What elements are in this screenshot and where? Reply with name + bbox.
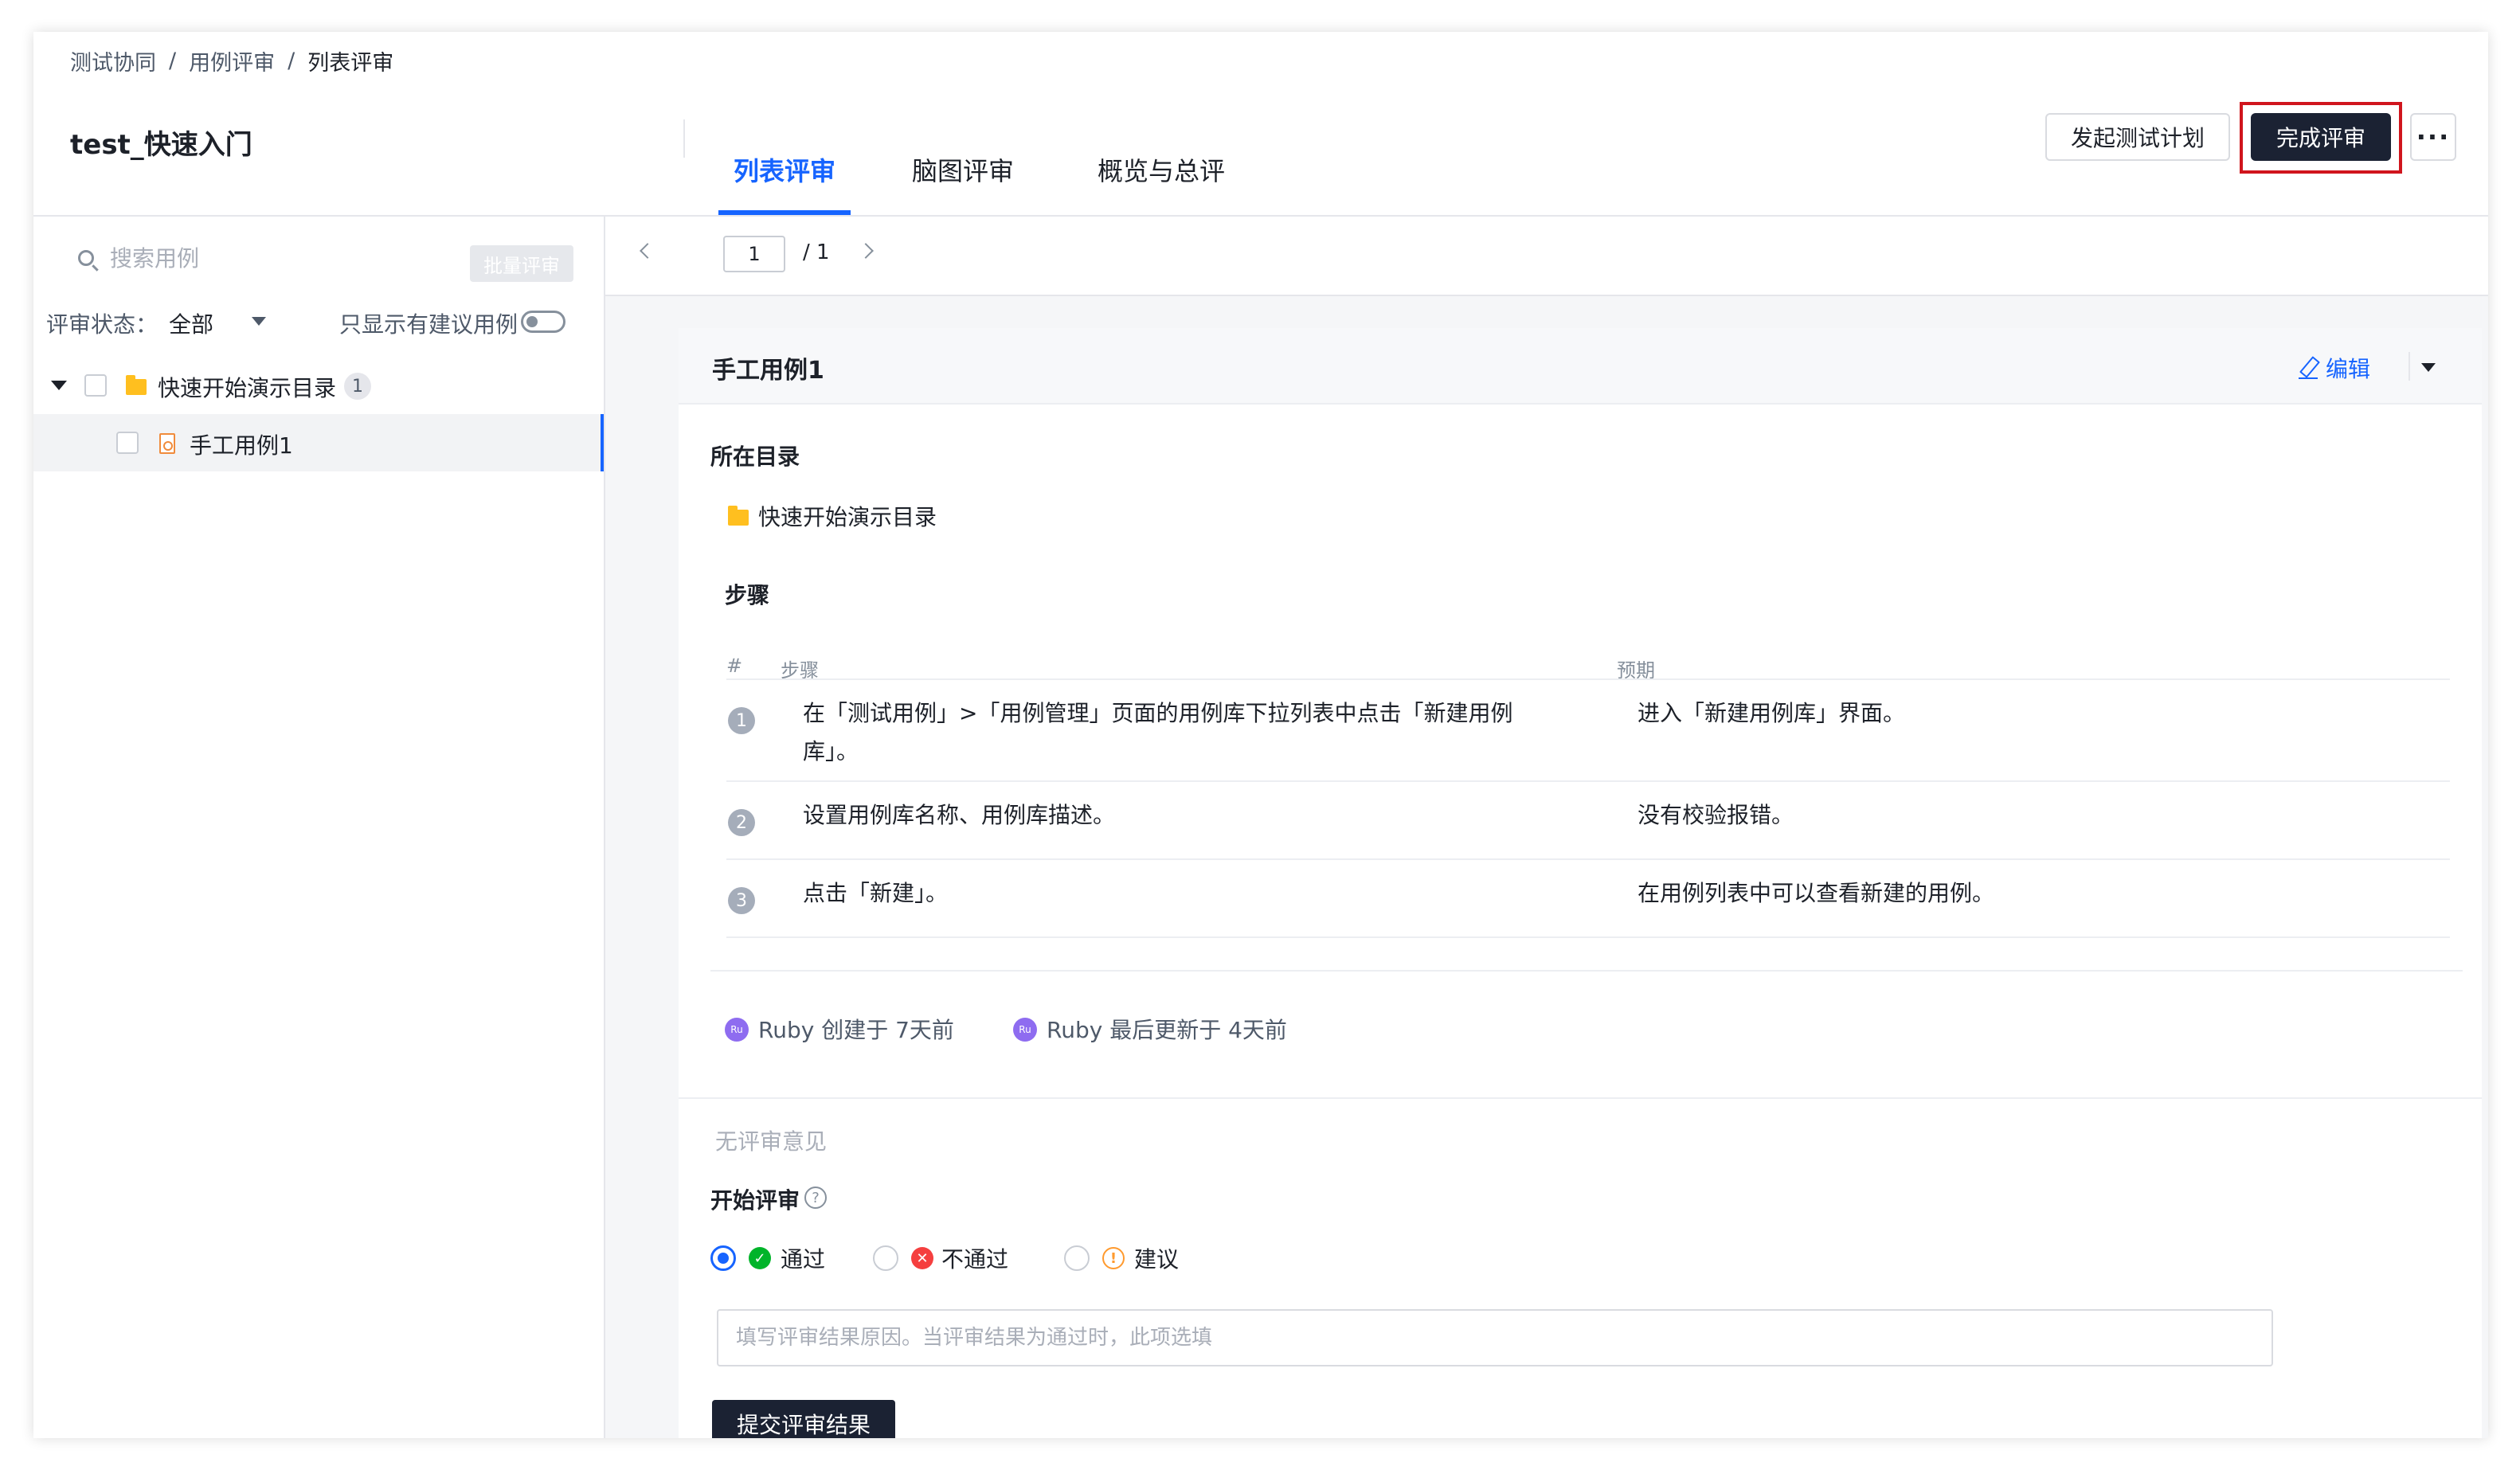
- table-row-divider: [726, 936, 2450, 938]
- case-review-card: 手工用例1 编辑 所在目录 快速开始演示目录 步骤 # 步骤 预期 1 在「测试…: [679, 328, 2482, 1438]
- start-review-label: 开始评审: [710, 1187, 800, 1214]
- radio-pass-label[interactable]: 通过: [781, 1242, 825, 1274]
- case-tree-panel: 批量评审 评审状态： 全部 只显示有建议用例 快速开始演示目录 1 手工用例1: [33, 217, 604, 1438]
- radio-suggest-label[interactable]: 建议: [1134, 1242, 1179, 1274]
- step-2-expected: 没有校验报错。: [1638, 802, 1794, 828]
- review-content-area: / 1 手工用例1 编辑 所在目录 快速开始演示目录 步骤 # 步骤 预期: [605, 217, 2488, 1438]
- radio-suggest[interactable]: [1064, 1245, 1090, 1271]
- search-icon: [78, 250, 94, 266]
- submit-review-button[interactable]: 提交评审结果: [712, 1400, 895, 1438]
- breadcrumb-separator: /: [169, 48, 177, 73]
- step-1-text-line1: 在「测试用例」>「用例管理」页面的用例库下拉列表中点击「新建用例: [803, 700, 1513, 726]
- search-box: 批量评审: [33, 226, 604, 287]
- suggest-only-toggle[interactable]: [521, 311, 565, 333]
- avatar: Ru: [725, 1018, 749, 1042]
- folder-icon: [126, 375, 147, 395]
- case-checkbox[interactable]: [116, 432, 139, 454]
- section-divider: [710, 970, 2463, 972]
- pager: / 1: [605, 217, 2488, 296]
- review-status-select[interactable]: 全部: [169, 307, 213, 339]
- breadcrumb: 测试协同 / 用例评审 / 列表评审: [70, 40, 393, 81]
- step-1-text-line2: 库」。: [803, 738, 859, 764]
- header-divider: [683, 119, 685, 158]
- column-header-num: #: [726, 655, 743, 677]
- toggle-knob: [526, 316, 538, 327]
- edit-button[interactable]: 编辑: [2299, 352, 2370, 384]
- table-row-divider: [726, 780, 2450, 782]
- batch-review-button[interactable]: 批量评审: [470, 245, 573, 282]
- created-meta: Ruby 创建于 7天前: [758, 1017, 954, 1043]
- suggest-only-label: 只显示有建议用例: [339, 311, 518, 338]
- radio-fail-label[interactable]: 不通过: [941, 1242, 1008, 1274]
- caret-down-icon[interactable]: [51, 381, 67, 390]
- breadcrumb-item-test-collab[interactable]: 测试协同: [70, 45, 156, 76]
- chevron-down-icon[interactable]: [252, 317, 266, 326]
- page-number-input[interactable]: [723, 236, 785, 272]
- breadcrumb-item-case-review[interactable]: 用例评审: [189, 45, 275, 76]
- review-section-divider: [679, 1097, 2482, 1099]
- exclamation-circle-icon: !: [1102, 1247, 1125, 1269]
- prev-page-icon[interactable]: [640, 243, 655, 259]
- avatar: Ru: [1013, 1018, 1037, 1042]
- start-test-plan-button[interactable]: 发起测试计划: [2045, 113, 2230, 161]
- directory-label: 所在目录: [710, 444, 800, 470]
- step-1-expected: 进入「新建用例库」界面。: [1638, 700, 1906, 726]
- pencil-icon: [2299, 357, 2318, 379]
- manual-case-icon: [159, 433, 175, 454]
- step-3-text: 点击「新建」。: [803, 880, 949, 906]
- step-number-badge: 3: [728, 887, 755, 914]
- case-card-header: 手工用例1 编辑: [679, 328, 2482, 405]
- case-title: 手工用例1: [712, 357, 824, 385]
- breadcrumb-separator: /: [288, 48, 295, 73]
- step-number-badge: 1: [728, 707, 755, 734]
- directory-name: 快速开始演示目录: [758, 504, 937, 530]
- case-label: 手工用例1: [190, 432, 293, 459]
- help-icon[interactable]: ?: [804, 1187, 827, 1209]
- folder-checkbox[interactable]: [84, 374, 107, 397]
- radio-fail[interactable]: [873, 1245, 898, 1271]
- table-header-divider: [726, 678, 2450, 680]
- radio-pass[interactable]: [710, 1245, 736, 1271]
- tab-mindmap-review[interactable]: 脑图评审: [906, 119, 1019, 215]
- no-comment-text: 无评审意见: [715, 1128, 828, 1155]
- breadcrumb-item-list-review: 列表评审: [307, 50, 394, 76]
- filter-row: 评审状态： 全部 只显示有建议用例: [33, 296, 604, 344]
- page-title: test_快速入门: [70, 129, 252, 161]
- tab-overview[interactable]: 概览与总评: [1090, 119, 1233, 215]
- app-window: 测试协同 / 用例评审 / 列表评审 test_快速入门 列表评审 脑图评审 概…: [33, 32, 2488, 1438]
- table-row-divider: [726, 858, 2450, 860]
- tree-case-row[interactable]: 手工用例1: [33, 414, 604, 471]
- folder-label: 快速开始演示目录: [158, 375, 337, 401]
- check-circle-icon: ✓: [749, 1247, 771, 1269]
- step-2-text: 设置用例库名称、用例库描述。: [803, 802, 1116, 828]
- header-vertical-divider: [2408, 352, 2410, 381]
- next-page-icon[interactable]: [858, 243, 874, 259]
- search-input[interactable]: [110, 242, 460, 274]
- updated-meta: Ruby 最后更新于 4天前: [1047, 1017, 1287, 1043]
- review-reason-input[interactable]: [717, 1309, 2273, 1366]
- tab-list-review[interactable]: 列表评审: [718, 119, 851, 215]
- finish-review-button[interactable]: 完成评审: [2251, 113, 2391, 161]
- case-count-badge: 1: [344, 373, 371, 400]
- folder-icon: [728, 506, 749, 526]
- more-actions-button[interactable]: ···: [2410, 113, 2456, 161]
- steps-label: 步骤: [725, 582, 770, 608]
- tree-folder-row[interactable]: 快速开始演示目录 1: [33, 357, 604, 414]
- review-status-label: 评审状态：: [46, 311, 158, 338]
- collapse-chevron-icon[interactable]: [2421, 363, 2436, 372]
- close-circle-icon: ✕: [911, 1247, 933, 1269]
- page-total: / 1: [803, 240, 830, 264]
- step-3-expected: 在用例列表中可以查看新建的用例。: [1638, 880, 1995, 906]
- step-number-badge: 2: [728, 809, 755, 836]
- edit-label: 编辑: [2326, 356, 2371, 382]
